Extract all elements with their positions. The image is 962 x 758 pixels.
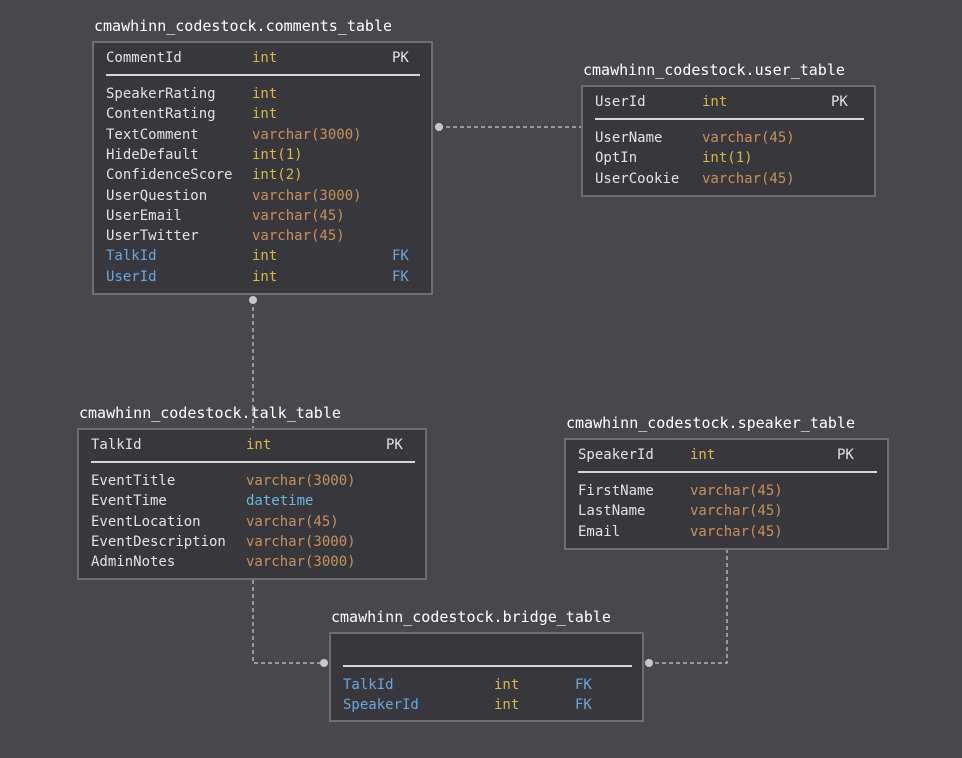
column-name: OptIn xyxy=(595,150,638,167)
column-name: EventLocation xyxy=(91,513,201,530)
key-divider xyxy=(343,665,632,667)
primary-key-badge: PK xyxy=(386,437,403,453)
table-box: CommentId int PK SpeakerRating int ContentRat… xyxy=(92,41,433,295)
key-divider xyxy=(91,461,415,463)
key-divider xyxy=(578,471,877,473)
column-name: TalkId xyxy=(91,437,142,453)
column-name: EventDescription xyxy=(91,533,226,550)
table-title: cmawhinn_codestock.comments_table xyxy=(94,17,393,35)
column-type: int xyxy=(252,268,278,285)
column-type: varchar(45) xyxy=(702,170,795,187)
column-type: datetime xyxy=(246,493,314,510)
column-name: UserCookie xyxy=(595,170,680,187)
column-type: varchar(45) xyxy=(690,483,783,499)
column-type: varchar(3000) xyxy=(246,473,356,489)
relationship-talk-bridge xyxy=(252,580,328,667)
column-name: UserQuestion xyxy=(106,187,208,204)
relationship-comments-user xyxy=(435,123,582,131)
column-type: varchar(45) xyxy=(690,503,783,520)
column-type: int(1) xyxy=(702,150,753,167)
column-name: SpeakerId xyxy=(343,697,419,714)
column-name: FirstName xyxy=(578,483,654,499)
column-name: SpeakerRating xyxy=(106,86,216,102)
primary-key-badge: PK xyxy=(392,50,409,66)
table-box: TalkId int PK EventTitle varchar(3000) EventT… xyxy=(77,428,427,580)
column-type: int xyxy=(494,677,520,693)
column-type: varchar(45) xyxy=(702,130,795,146)
table-box: SpeakerId int PK FirstName varchar(45) LastNa… xyxy=(564,438,889,550)
foreign-key-badge: FK xyxy=(575,677,592,693)
table-box: TalkId int FK SpeakerId int FK xyxy=(329,632,644,722)
column-name: EventTime xyxy=(91,493,167,510)
connector-endpoint xyxy=(249,296,257,304)
column-type: int(1) xyxy=(252,146,303,163)
column-type: int xyxy=(252,248,278,265)
column-name: UserTwitter xyxy=(106,228,199,245)
connector-endpoint xyxy=(320,659,328,667)
column-name: UserName xyxy=(595,130,663,146)
table-title: cmawhinn_codestock.user_table xyxy=(583,61,845,79)
column-type: int xyxy=(252,106,278,123)
primary-key-badge: PK xyxy=(831,94,848,110)
column-name: ConfidenceScore xyxy=(106,167,233,184)
column-name: TextComment xyxy=(106,126,199,143)
column-type: int xyxy=(246,437,272,453)
column-type: int(2) xyxy=(252,167,303,184)
column-name: AdminNotes xyxy=(91,554,176,571)
column-type: varchar(3000) xyxy=(252,126,362,143)
column-type: varchar(45) xyxy=(246,513,339,530)
column-name: UserId xyxy=(106,268,157,285)
relationship-speaker-bridge xyxy=(645,549,728,667)
foreign-key-badge: FK xyxy=(392,268,409,285)
column-name: TalkId xyxy=(343,677,394,693)
column-name: ContentRating xyxy=(106,106,216,123)
connector-endpoint xyxy=(435,123,443,131)
column-name: EventTitle xyxy=(91,473,176,489)
column-type: varchar(3000) xyxy=(252,187,362,204)
connector-endpoint xyxy=(645,659,653,667)
column-name: HideDefault xyxy=(106,146,199,163)
column-name: CommentId xyxy=(106,50,182,66)
column-type: int xyxy=(252,86,278,102)
primary-key-badge: PK xyxy=(837,447,854,463)
table-title: cmawhinn_codestock.talk_table xyxy=(79,404,341,422)
column-type: int xyxy=(702,94,728,110)
column-name: Email xyxy=(578,523,621,540)
foreign-key-badge: FK xyxy=(392,248,409,265)
column-type: varchar(45) xyxy=(690,523,783,540)
column-name: UserEmail xyxy=(106,207,182,224)
column-type: varchar(3000) xyxy=(246,533,356,550)
key-divider xyxy=(106,74,420,76)
key-divider xyxy=(595,118,864,120)
column-name: LastName xyxy=(578,503,646,520)
column-type: int xyxy=(252,50,278,66)
column-name: UserId xyxy=(595,94,646,110)
column-type: int xyxy=(690,447,716,463)
column-type: int xyxy=(494,697,520,714)
column-name: TalkId xyxy=(106,248,157,265)
foreign-key-badge: FK xyxy=(575,697,592,714)
table-box: UserId int PK UserName varchar(45) OptIn int(1… xyxy=(581,85,876,197)
column-type: varchar(45) xyxy=(252,228,345,245)
table-title: cmawhinn_codestock.bridge_table xyxy=(331,608,611,626)
column-type: varchar(45) xyxy=(252,207,345,224)
column-type: varchar(3000) xyxy=(246,554,356,571)
column-name: SpeakerId xyxy=(578,447,654,463)
table-title: cmawhinn_codestock.speaker_table xyxy=(566,414,855,432)
